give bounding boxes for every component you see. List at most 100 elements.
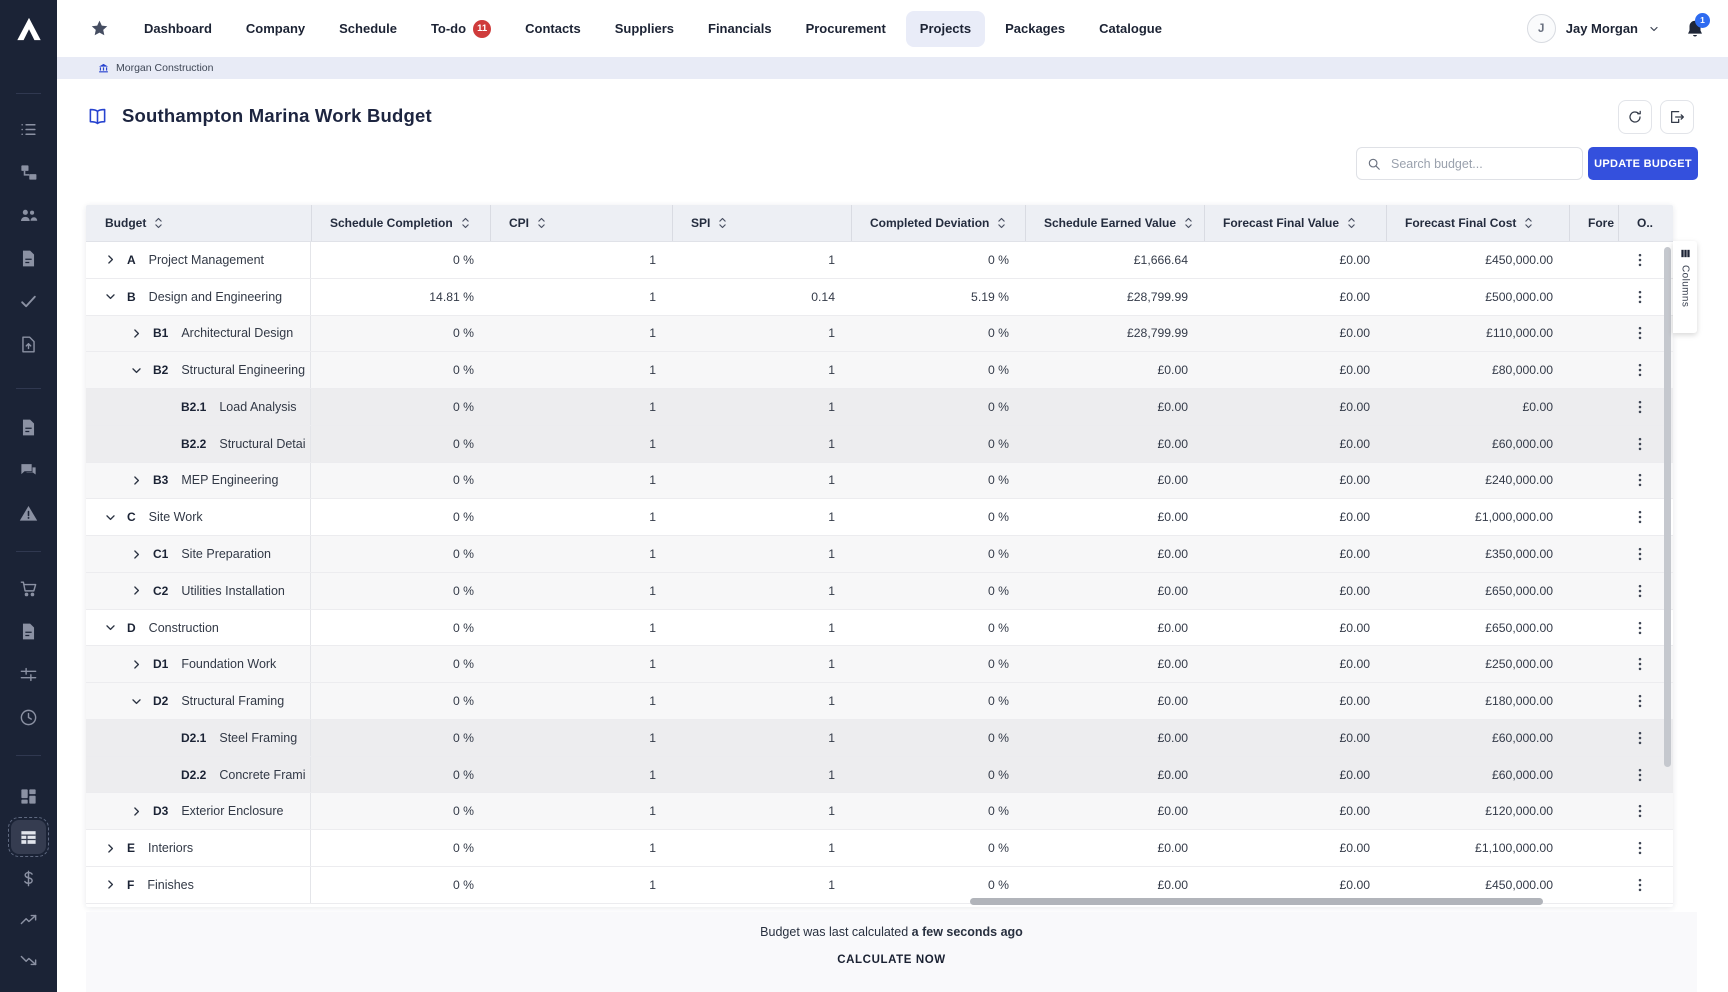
columns-panel-tab[interactable]: Columns: [1673, 241, 1697, 333]
budget-row-d2[interactable]: D2Structural Framing0 %110 %£0.00£0.00£1…: [86, 683, 1673, 720]
column-header-completed-deviation[interactable]: Completed Deviation: [851, 205, 1025, 241]
nav-item-projects[interactable]: Projects: [906, 11, 985, 47]
sidebar-item-file-upload[interactable]: [11, 327, 46, 361]
sort-icon[interactable]: [997, 216, 1006, 230]
notifications-bell-icon[interactable]: 1: [1684, 18, 1706, 40]
expand-chevron-right-icon[interactable]: [128, 546, 144, 562]
sidebar-item-document[interactable]: [11, 241, 46, 275]
budget-row-c[interactable]: CSite Work0 %110 %£0.00£0.00£1,000,000.0…: [86, 499, 1673, 536]
sidebar-item-trend-down[interactable]: [11, 943, 46, 977]
budget-row-d2-2[interactable]: D2.2Concrete Frami0 %110 %£0.00£0.00£60,…: [86, 757, 1673, 794]
column-header-cpi[interactable]: CPI: [490, 205, 672, 241]
nav-item-packages[interactable]: Packages: [991, 11, 1079, 47]
sidebar-item-document[interactable]: [11, 614, 46, 648]
budget-row-c1[interactable]: C1Site Preparation0 %110 %£0.00£0.00£350…: [86, 536, 1673, 573]
row-actions-kebab-icon[interactable]: [1631, 508, 1649, 526]
column-header-forecast-final-cost[interactable]: Forecast Final Cost: [1386, 205, 1569, 241]
search-input[interactable]: [1389, 156, 1572, 172]
expand-chevron-right-icon[interactable]: [128, 803, 144, 819]
nav-item-to-do[interactable]: To-do11: [417, 11, 505, 47]
row-actions-kebab-icon[interactable]: [1631, 398, 1649, 416]
calculate-now-button[interactable]: CALCULATE NOW: [837, 954, 946, 966]
row-actions-kebab-icon[interactable]: [1631, 582, 1649, 600]
row-actions-kebab-icon[interactable]: [1631, 251, 1649, 269]
nav-item-procurement[interactable]: Procurement: [792, 11, 900, 47]
budget-row-d2-1[interactable]: D2.1Steel Framing0 %110 %£0.00£0.00£60,0…: [86, 720, 1673, 757]
breadcrumb-company[interactable]: Morgan Construction: [116, 62, 213, 74]
horizontal-scrollbar[interactable]: [970, 898, 1543, 905]
row-actions-kebab-icon[interactable]: [1631, 288, 1649, 306]
budget-row-e[interactable]: EInteriors0 %110 %£0.00£0.00£1,100,000.0…: [86, 830, 1673, 867]
sort-icon[interactable]: [1347, 216, 1356, 230]
column-header-schedule-earned-value[interactable]: Schedule Earned Value: [1025, 205, 1204, 241]
expand-chevron-right-icon[interactable]: [128, 472, 144, 488]
sidebar-item-dashboard[interactable]: [11, 779, 46, 813]
nav-item-company[interactable]: Company: [232, 11, 319, 47]
sidebar-item-cart[interactable]: [11, 571, 46, 605]
budget-row-b2[interactable]: B2Structural Engineering0 %110 %£0.00£0.…: [86, 352, 1673, 389]
collapse-chevron-down-icon[interactable]: [102, 509, 118, 525]
sidebar-item-dollar[interactable]: [11, 861, 46, 895]
sidebar-item-warning[interactable]: [11, 496, 46, 530]
collapse-chevron-down-icon[interactable]: [128, 693, 144, 709]
nav-item-financials[interactable]: Financials: [694, 11, 786, 47]
refresh-button[interactable]: [1618, 100, 1652, 134]
sidebar-item-list[interactable]: [11, 112, 46, 146]
user-name[interactable]: Jay Morgan: [1566, 21, 1638, 36]
sort-icon[interactable]: [154, 216, 163, 230]
budget-row-a[interactable]: AProject Management0 %110 %£1,666.64£0.0…: [86, 242, 1673, 279]
budget-row-b2-2[interactable]: B2.2Structural Detai0 %110 %£0.00£0.00£6…: [86, 426, 1673, 463]
budget-row-b[interactable]: BDesign and Engineering14.81 %10.145.19 …: [86, 279, 1673, 316]
sidebar-item-trend-up[interactable]: [11, 902, 46, 936]
row-actions-kebab-icon[interactable]: [1631, 802, 1649, 820]
sidebar-item-document[interactable]: [11, 410, 46, 444]
favorite-star-icon[interactable]: [90, 19, 109, 38]
column-header-forecast-final-value[interactable]: Forecast Final Value: [1204, 205, 1386, 241]
sidebar-item-table[interactable]: [11, 820, 46, 854]
nav-item-catalogue[interactable]: Catalogue: [1085, 11, 1176, 47]
row-actions-kebab-icon[interactable]: [1631, 545, 1649, 563]
sidebar-item-clock[interactable]: [11, 700, 46, 734]
sort-icon[interactable]: [1524, 216, 1533, 230]
row-actions-kebab-icon[interactable]: [1631, 876, 1649, 894]
budget-row-c2[interactable]: C2Utilities Installation0 %110 %£0.00£0.…: [86, 573, 1673, 610]
row-actions-kebab-icon[interactable]: [1631, 729, 1649, 747]
sort-icon[interactable]: [1184, 216, 1193, 230]
sidebar-item-chat[interactable]: [11, 453, 46, 487]
expand-chevron-right-icon[interactable]: [128, 583, 144, 599]
row-actions-kebab-icon[interactable]: [1631, 692, 1649, 710]
sort-icon[interactable]: [461, 216, 470, 230]
app-logo[interactable]: [0, 0, 57, 57]
expand-chevron-right-icon[interactable]: [128, 656, 144, 672]
row-actions-kebab-icon[interactable]: [1631, 435, 1649, 453]
nav-item-dashboard[interactable]: Dashboard: [130, 11, 226, 47]
nav-item-contacts[interactable]: Contacts: [511, 11, 595, 47]
budget-row-b3[interactable]: B3MEP Engineering0 %110 %£0.00£0.00£240,…: [86, 463, 1673, 500]
column-header-spi[interactable]: SPI: [672, 205, 851, 241]
export-button[interactable]: [1660, 100, 1694, 134]
nav-item-suppliers[interactable]: Suppliers: [601, 11, 688, 47]
budget-row-b2-1[interactable]: B2.1Load Analysis0 %110 %£0.00£0.00£0.00: [86, 389, 1673, 426]
expand-chevron-right-icon[interactable]: [102, 252, 118, 268]
nav-item-schedule[interactable]: Schedule: [325, 11, 411, 47]
row-actions-kebab-icon[interactable]: [1631, 361, 1649, 379]
budget-row-d3[interactable]: D3Exterior Enclosure0 %110 %£0.00£0.00£1…: [86, 793, 1673, 830]
column-header-budget[interactable]: Budget: [86, 205, 311, 241]
budget-row-b1[interactable]: B1Architectural Design0 %110 %£28,799.99…: [86, 316, 1673, 353]
row-actions-kebab-icon[interactable]: [1631, 839, 1649, 857]
sidebar-item-adjustments[interactable]: [11, 657, 46, 691]
row-actions-kebab-icon[interactable]: [1631, 471, 1649, 489]
row-actions-kebab-icon[interactable]: [1631, 655, 1649, 673]
avatar[interactable]: J: [1527, 14, 1556, 43]
sort-icon[interactable]: [718, 216, 727, 230]
collapse-chevron-down-icon[interactable]: [102, 620, 118, 636]
sidebar-item-people[interactable]: [11, 198, 46, 232]
expand-chevron-right-icon[interactable]: [128, 325, 144, 341]
chevron-down-icon[interactable]: [1648, 23, 1660, 35]
update-budget-button[interactable]: UPDATE BUDGET: [1588, 147, 1698, 180]
sidebar-item-check[interactable]: [11, 284, 46, 318]
budget-row-d[interactable]: DConstruction0 %110 %£0.00£0.00£650,000.…: [86, 610, 1673, 647]
sidebar-item-hierarchy[interactable]: [11, 155, 46, 189]
collapse-chevron-down-icon[interactable]: [128, 362, 144, 378]
sort-icon[interactable]: [537, 216, 546, 230]
